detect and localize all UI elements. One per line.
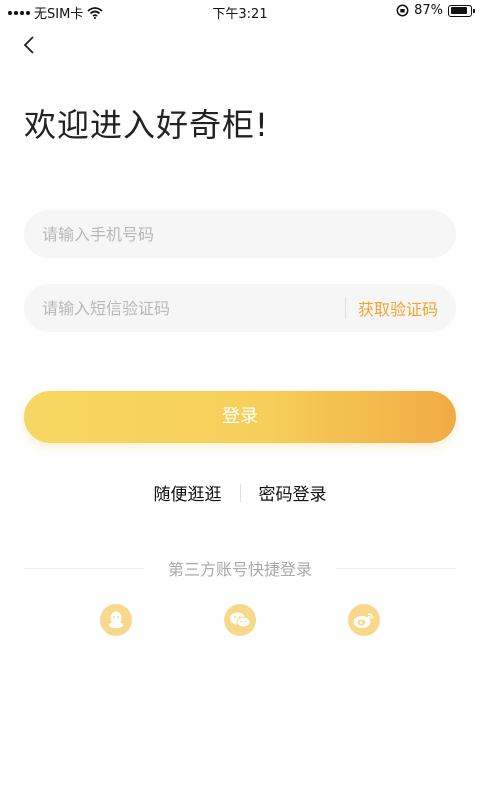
battery-icon [448,4,475,17]
divider-left [24,567,144,569]
status-bar: 无SIM卡 下午3:21 87% [0,0,480,22]
third-party-title: 第三方账号快捷登录 [168,560,313,579]
third-party-header: 第三方账号快捷登录 [24,556,457,580]
get-code-button[interactable]: 获取验证码 [358,296,438,320]
phone-input[interactable] [42,224,438,244]
field-divider [344,297,346,319]
back-button[interactable] [18,34,40,56]
sms-code-field: 获取验证码 [24,284,456,332]
battery-percent: 87% [414,3,443,18]
battery-level-fill [450,7,468,14]
wechat-login-button[interactable] [224,604,256,636]
password-login-link[interactable]: 密码登录 [259,480,327,505]
browse-link[interactable]: 随便逛逛 [154,480,222,505]
page-title: 欢迎进入好奇柜! [24,106,269,144]
social-login-row [0,604,480,638]
qq-icon [109,611,123,629]
wechat-icon [230,612,251,628]
chevron-left-icon [23,36,34,54]
links-divider [239,483,241,502]
orientation-lock-icon [396,4,409,17]
secondary-links: 随便逛逛 密码登录 [0,480,480,505]
qq-login-button[interactable] [100,604,132,636]
phone-field [24,210,456,258]
sms-code-input[interactable] [42,298,345,318]
weibo-icon [353,613,374,628]
divider-right [336,567,457,569]
login-button[interactable]: 登录 [24,391,456,443]
weibo-login-button[interactable] [348,604,380,636]
status-bar-right: 87% [396,3,475,18]
